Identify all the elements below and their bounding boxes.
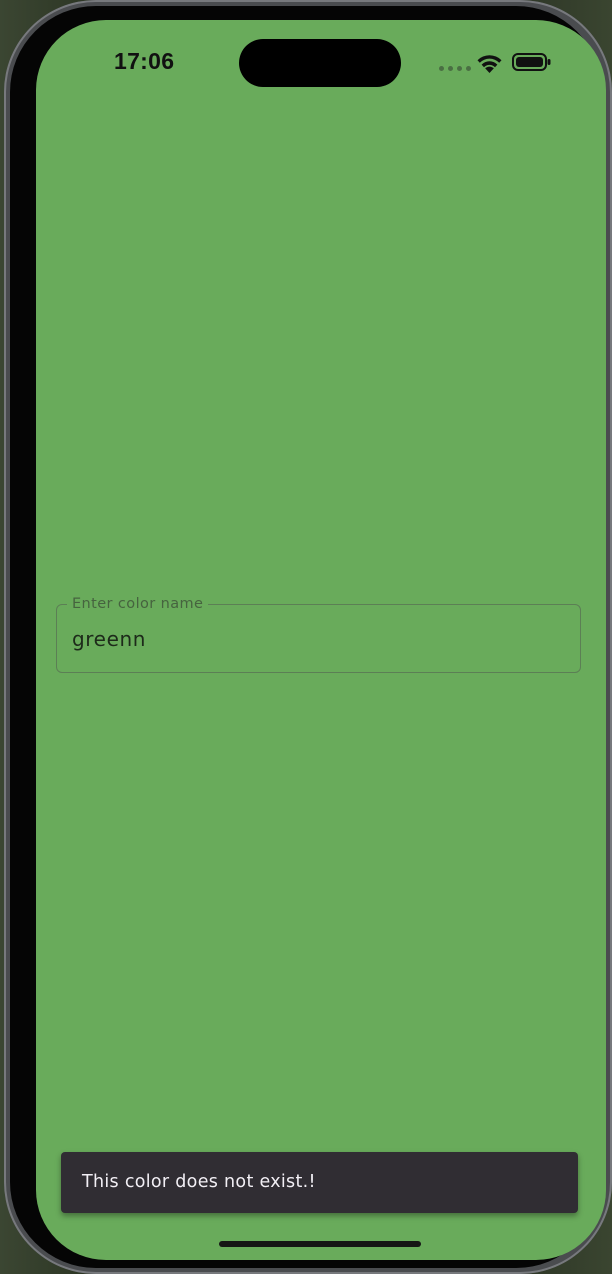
wifi-icon bbox=[477, 55, 502, 73]
signal-dots-icon bbox=[439, 66, 471, 71]
color-name-label: Enter color name bbox=[67, 595, 209, 613]
error-snackbar: This color does not exist.! bbox=[61, 1152, 578, 1213]
color-name-value[interactable]: greenn bbox=[72, 626, 146, 652]
home-indicator[interactable] bbox=[219, 1241, 421, 1247]
snackbar-message: This color does not exist.! bbox=[82, 1172, 316, 1192]
phone-bezel: 17:06 Enter color name greenn This color… bbox=[10, 6, 606, 1268]
dynamic-island bbox=[239, 39, 401, 87]
app-screen: 17:06 Enter color name greenn This color… bbox=[36, 20, 606, 1260]
battery-icon bbox=[512, 53, 551, 71]
status-time: 17:06 bbox=[114, 48, 175, 74]
